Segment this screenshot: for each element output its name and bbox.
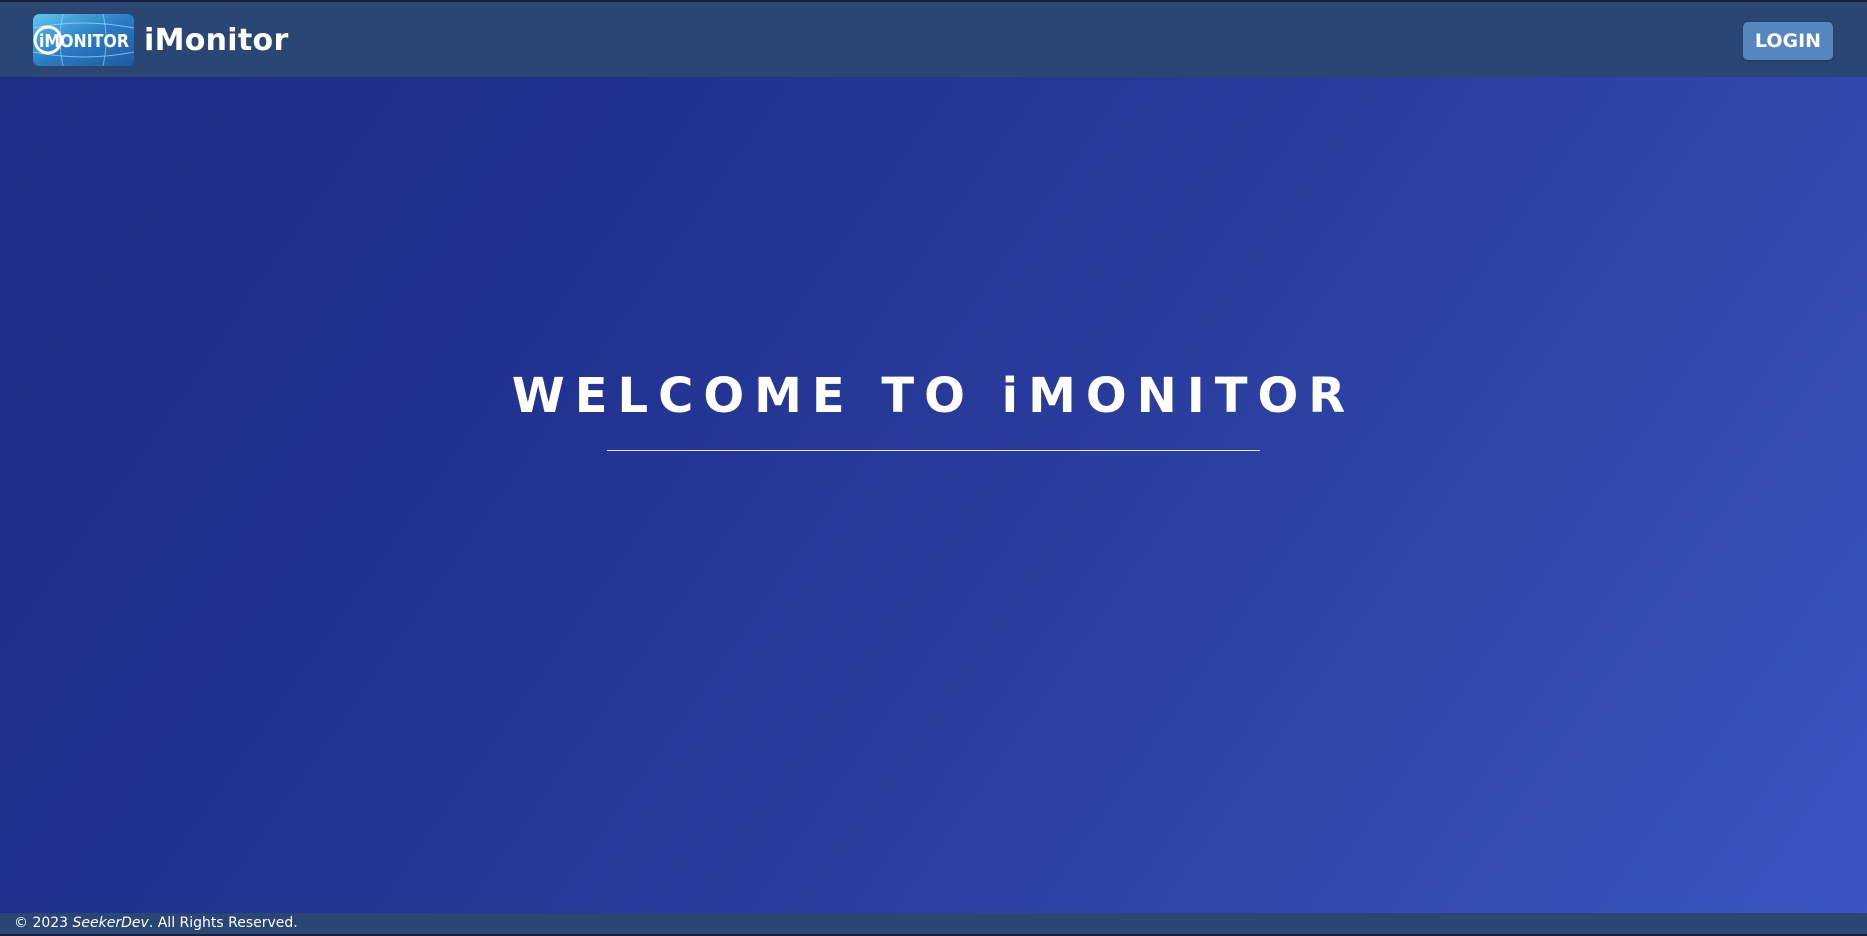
footer: © 2023 SeekerDev. All Rights Reserved. <box>0 913 1867 936</box>
logo-text: iMONITOR <box>39 31 130 52</box>
heading-underline <box>607 450 1260 451</box>
copyright-prefix: © 2023 <box>14 915 69 931</box>
imonitor-logo-icon: iMONITOR <box>33 14 134 66</box>
copyright-text: © 2023 SeekerDev. All Rights Reserved. <box>14 915 298 931</box>
brand[interactable]: iMONITOR iMonitor <box>33 14 289 66</box>
top-navbar: iMONITOR iMonitor LOGIN <box>0 0 1867 77</box>
hero-section: WELCOME TO iMONITOR <box>0 366 1867 451</box>
company-name: SeekerDev <box>72 915 149 931</box>
rights-text: . All Rights Reserved. <box>148 915 298 931</box>
login-button[interactable]: LOGIN <box>1743 22 1833 60</box>
brand-name: iMonitor <box>144 22 289 58</box>
welcome-heading: WELCOME TO iMONITOR <box>511 368 1356 424</box>
